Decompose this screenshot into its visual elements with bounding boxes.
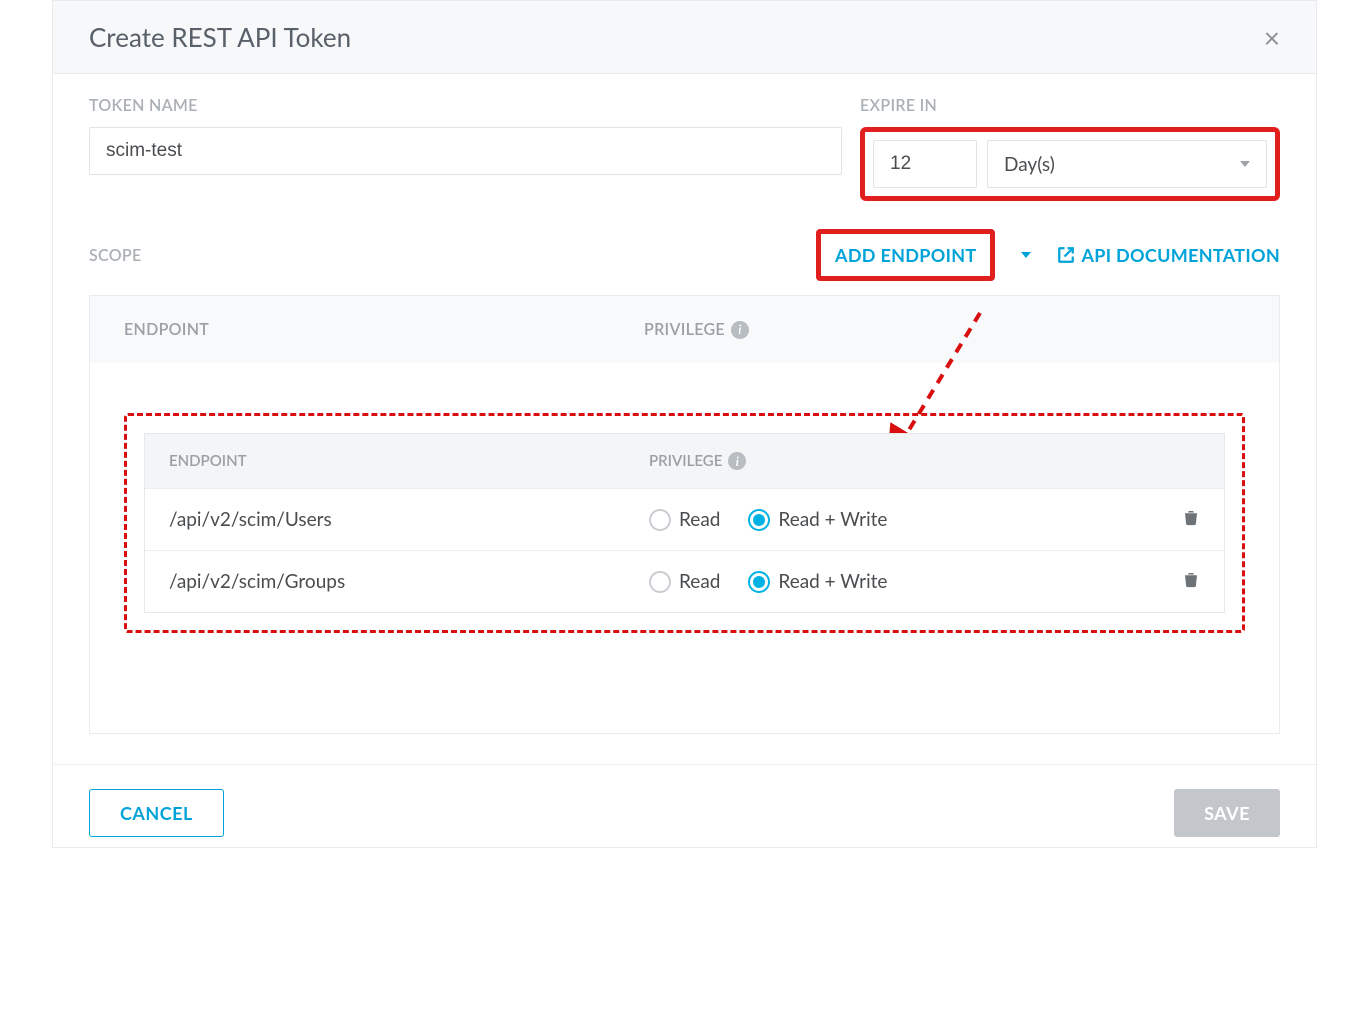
expire-value-input[interactable] [873,140,977,188]
column-header-privilege: PRIVILEGE i [644,320,749,339]
inner-header-privilege: PRIVILEGE i [649,452,746,470]
scope-content: ENDPOINT PRIVILEGE i /api/v2/scim/Users [90,363,1279,733]
privilege-read-label: Read [679,508,720,531]
form-row: TOKEN NAME EXPIRE IN Day(s) [89,96,1280,201]
chevron-down-icon [1240,161,1250,167]
scope-actions: ADD ENDPOINT API DOCUMENTATION [816,229,1280,281]
scope-box: ENDPOINT PRIVILEGE i [89,295,1280,734]
privilege-readwrite-label: Read + Write [778,570,887,593]
endpoint-table-header: ENDPOINT PRIVILEGE i [145,434,1224,488]
info-icon[interactable]: i [728,452,746,470]
dialog-footer: CANCEL SAVE [53,764,1316,847]
privilege-read-radio[interactable]: Read [649,570,720,593]
delete-endpoint-button[interactable] [1160,569,1200,594]
chevron-down-icon[interactable] [1021,252,1031,258]
dialog-title: Create REST API Token [89,21,351,53]
column-header-endpoint: ENDPOINT [124,320,644,339]
delete-endpoint-button[interactable] [1160,507,1200,532]
privilege-readwrite-radio[interactable]: Read + Write [748,570,887,593]
cancel-button[interactable]: CANCEL [89,789,224,837]
info-icon[interactable]: i [731,321,749,339]
endpoint-path: /api/v2/scim/Groups [169,570,649,593]
save-button[interactable]: SAVE [1174,789,1280,837]
endpoint-privilege-group: Read Read + Write [649,570,1160,593]
scope-label: SCOPE [89,246,141,265]
trash-icon [1182,507,1200,527]
dialog-header: Create REST API Token × [53,1,1316,74]
api-documentation-link[interactable]: API DOCUMENTATION [1057,244,1280,266]
add-endpoint-label: ADD ENDPOINT [835,244,976,266]
expire-row-highlight: Day(s) [860,127,1280,201]
expire-block: EXPIRE IN Day(s) [860,96,1280,201]
privilege-read-radio[interactable]: Read [649,508,720,531]
privilege-read-label: Read [679,570,720,593]
endpoint-row: /api/v2/scim/Users Read Read + Write [145,488,1224,550]
token-name-input[interactable] [89,127,842,175]
endpoint-path: /api/v2/scim/Users [169,508,649,531]
scope-table-header: ENDPOINT PRIVILEGE i [90,296,1279,363]
endpoint-privilege-group: Read Read + Write [649,508,1160,531]
close-icon[interactable]: × [1264,23,1280,51]
create-token-dialog: Create REST API Token × TOKEN NAME EXPIR… [52,0,1317,848]
add-endpoint-highlight: ADD ENDPOINT [816,229,995,281]
expire-unit-value: Day(s) [1004,153,1055,176]
privilege-readwrite-radio[interactable]: Read + Write [748,508,887,531]
token-name-label: TOKEN NAME [89,96,842,115]
dialog-body: TOKEN NAME EXPIRE IN Day(s) SCOPE [53,74,1316,764]
scope-bar: SCOPE ADD ENDPOINT API DOCUMENTATION [89,229,1280,281]
expire-unit-select[interactable]: Day(s) [987,140,1267,188]
inner-header-privilege-text: PRIVILEGE [649,452,722,470]
inner-header-endpoint: ENDPOINT [169,452,649,470]
add-endpoint-button[interactable]: ADD ENDPOINT [835,244,976,266]
endpoint-row: /api/v2/scim/Groups Read Read + Write [145,550,1224,612]
external-link-icon [1057,246,1075,264]
endpoint-table: ENDPOINT PRIVILEGE i /api/v2/scim/Users [144,433,1225,613]
token-name-block: TOKEN NAME [89,96,842,201]
expire-label: EXPIRE IN [860,96,1280,115]
privilege-readwrite-label: Read + Write [778,508,887,531]
trash-icon [1182,569,1200,589]
api-documentation-label: API DOCUMENTATION [1081,244,1280,266]
column-header-privilege-text: PRIVILEGE [644,320,725,339]
